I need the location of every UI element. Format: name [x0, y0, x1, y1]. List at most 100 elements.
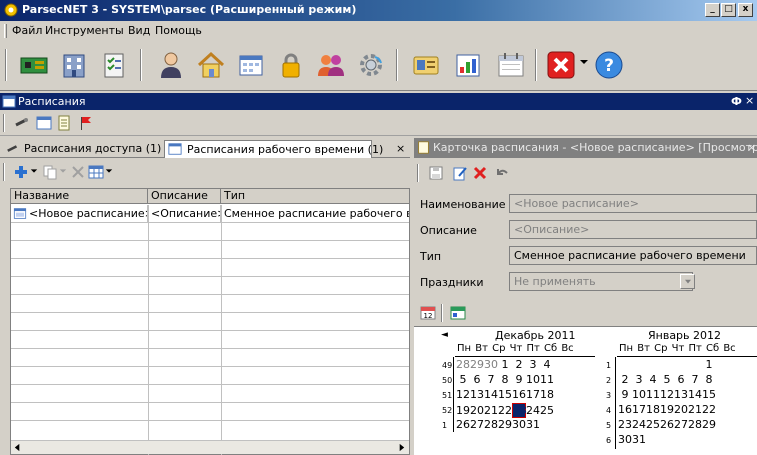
tab-work-time-schedules[interactable]: Расписания рабочего времени (1)	[164, 140, 383, 158]
column-header-name[interactable]: Название	[11, 189, 148, 204]
calendar-day[interactable]: 2	[618, 373, 632, 386]
calendar-grid-icon[interactable]	[450, 305, 466, 321]
calendar-day[interactable]: 22	[498, 404, 512, 417]
holidays-select[interactable]: Не применять	[509, 272, 693, 291]
building-icon[interactable]	[58, 49, 90, 81]
panel-close-button[interactable]: ×	[745, 94, 754, 107]
house-icon[interactable]	[195, 49, 227, 81]
id-card-icon[interactable]	[410, 49, 442, 81]
calendar-day[interactable]: 10	[526, 373, 540, 386]
calendar-day[interactable]: 26	[456, 418, 470, 431]
row-type[interactable]: Сменное расписание рабочего вре	[221, 205, 409, 222]
calendar-day[interactable]: 16	[618, 403, 632, 416]
settings-gear-icon[interactable]	[355, 49, 387, 81]
calendar-day[interactable]: 8	[498, 373, 512, 386]
calendar-day[interactable]: 31	[526, 418, 540, 431]
calendar-day[interactable]: 27	[674, 418, 688, 431]
horizontal-scrollbar[interactable]	[11, 440, 409, 454]
person-icon[interactable]	[155, 49, 187, 81]
controller-board-icon[interactable]	[18, 49, 50, 81]
calendar-day[interactable]: 6	[470, 373, 484, 386]
calendar-prev-month-button[interactable]: ◄	[441, 330, 448, 340]
edit-icon[interactable]	[452, 165, 468, 181]
calendar-day[interactable]: 26	[660, 418, 674, 431]
calendar-day[interactable]: 3	[526, 358, 540, 371]
lock-icon[interactable]	[275, 49, 307, 81]
chevron-down-icon[interactable]	[105, 167, 113, 175]
calendar-day[interactable]: 21	[688, 403, 702, 416]
delete-icon[interactable]	[472, 165, 488, 181]
calendar-day[interactable]: 7	[484, 373, 498, 386]
document-icon[interactable]	[56, 115, 72, 131]
calendar-day[interactable]: 30	[484, 358, 498, 371]
menu-tools[interactable]: Инструменты	[45, 24, 124, 37]
calendar-day[interactable]: 20	[674, 403, 688, 416]
maximize-button[interactable]: □	[721, 3, 736, 17]
calendar-day[interactable]: 24	[526, 404, 540, 417]
calendar-day[interactable]: 28	[484, 418, 498, 431]
users-group-icon[interactable]	[315, 49, 347, 81]
checklist-icon[interactable]	[98, 49, 130, 81]
calendar-day[interactable]: 23	[512, 403, 527, 418]
calendar-grid-icon[interactable]	[235, 49, 267, 81]
tab-access-schedules[interactable]: Расписания доступа (1)	[2, 140, 162, 158]
calendar-icon[interactable]	[36, 115, 52, 131]
window-title-bar[interactable]: ParsecNET 3 - SYSTEM\parsec (Расширенный…	[0, 0, 757, 21]
chevron-down-icon[interactable]	[59, 167, 67, 175]
column-header-type[interactable]: Тип	[221, 189, 409, 204]
calendar-day[interactable]: 20	[470, 404, 484, 417]
chevron-down-icon[interactable]	[579, 57, 589, 67]
calendar-day[interactable]: 12	[456, 388, 470, 401]
card-close-button[interactable]: ×	[747, 141, 756, 154]
calendar-day[interactable]: 6	[674, 373, 688, 386]
calendar-day[interactable]: 11	[646, 388, 660, 401]
calendar-day[interactable]: 11	[540, 373, 554, 386]
close-window-button[interactable]: x	[738, 3, 753, 17]
calendar-day[interactable]: 17	[632, 403, 646, 416]
name-field[interactable]: <Новое расписание>	[509, 194, 757, 213]
save-icon[interactable]	[428, 165, 444, 181]
calendar-day[interactable]: 15	[498, 388, 512, 401]
calendar-day[interactable]: 17	[526, 388, 540, 401]
menu-help[interactable]: Помощь	[155, 24, 202, 37]
calendar-day[interactable]: 30	[618, 433, 632, 446]
calendar-day[interactable]: 14	[484, 388, 498, 401]
calendar-day[interactable]: 4	[540, 358, 554, 371]
calendar-day[interactable]: 15	[702, 388, 716, 401]
calendar-day[interactable]: 23	[618, 418, 632, 431]
calendar-day[interactable]: 9	[618, 388, 632, 401]
table-row[interactable]: <Новое расписание>	[11, 205, 148, 222]
calendar-day[interactable]: 1	[702, 358, 716, 371]
calendar-day[interactable]: 12	[660, 388, 674, 401]
calendar-day[interactable]: 13	[674, 388, 688, 401]
calendar-day[interactable]: 31	[632, 433, 646, 446]
calendar-day[interactable]: 30	[512, 418, 526, 431]
calendar-day[interactable]: 25	[540, 404, 554, 417]
calendar-day[interactable]: 19	[660, 403, 674, 416]
calendar-day[interactable]: 24	[632, 418, 646, 431]
calendar-day[interactable]: 2	[512, 358, 526, 371]
scroll-right-icon[interactable]	[397, 443, 406, 452]
calendar-day[interactable]: 1	[498, 358, 512, 371]
calendar-day[interactable]: 9	[512, 373, 526, 386]
pin-icon[interactable]: Ф	[731, 95, 742, 108]
calendar-day[interactable]: 18	[646, 403, 660, 416]
scroll-left-icon[interactable]	[13, 443, 22, 452]
key-icon[interactable]	[14, 115, 30, 131]
calendar-day[interactable]: 18	[540, 388, 554, 401]
minimize-button[interactable]: _	[705, 3, 720, 17]
schedule-calendar-icon[interactable]	[495, 49, 527, 81]
calendar-day[interactable]: 25	[646, 418, 660, 431]
tab-close-button[interactable]: ×	[396, 142, 405, 155]
description-field[interactable]: <Описание>	[509, 220, 757, 239]
exit-icon[interactable]	[545, 49, 577, 81]
chevron-down-icon[interactable]	[30, 167, 38, 175]
report-chart-icon[interactable]	[452, 49, 484, 81]
calendar-day[interactable]: 3	[632, 373, 646, 386]
calendar-day[interactable]: 8	[702, 373, 716, 386]
undo-icon[interactable]	[494, 165, 510, 181]
calendar-day[interactable]: 16	[512, 388, 526, 401]
menu-file[interactable]: Файл	[12, 24, 42, 37]
calendar-day[interactable]: 22	[702, 403, 716, 416]
calendar-day[interactable]: 10	[632, 388, 646, 401]
